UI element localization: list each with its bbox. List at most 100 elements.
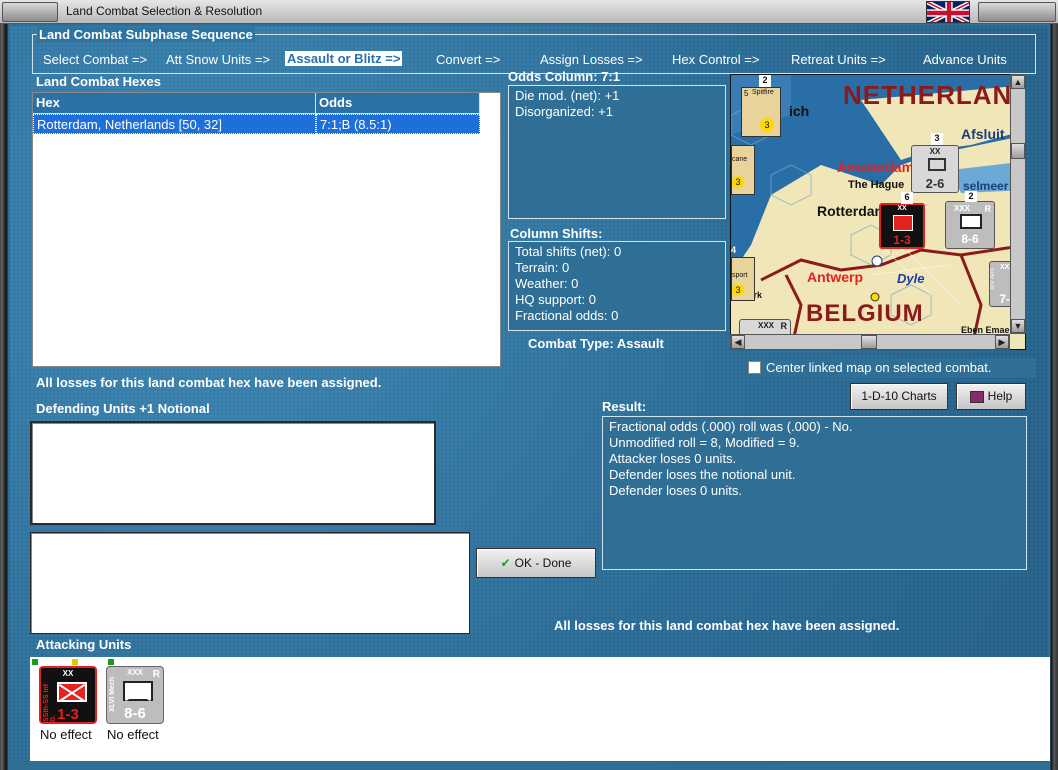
- step-assign-losses: Assign Losses =>: [540, 52, 643, 67]
- window-title: Land Combat Selection & Resolution: [66, 4, 263, 18]
- bottom-map-reserve: R: [780, 321, 788, 331]
- map-label-belgium: BELGIUM: [806, 300, 924, 327]
- transport-name: sport: [732, 272, 748, 279]
- disorganized-text: Disorganized: +1: [515, 104, 613, 119]
- step-retreat-units: Retreat Units =>: [791, 52, 886, 67]
- odds-title: Odds Column: 7:1: [508, 69, 620, 84]
- checkmark-icon: ✔: [500, 556, 511, 570]
- ok-done-button[interactable]: ✔ OK - Done: [476, 548, 596, 578]
- window-menu-button[interactable]: [2, 2, 58, 22]
- defending-units-list[interactable]: [30, 421, 436, 525]
- step-att-snow-units: Att Snow Units =>: [166, 52, 271, 67]
- map-label-the-hague: The Hague: [848, 179, 905, 191]
- dutch-unit-symbol: [928, 158, 946, 171]
- result-line-attacker: Attacker loses 0 units.: [609, 451, 737, 466]
- hurricane-value: 3: [732, 176, 744, 188]
- hexes-table: Hex Odds Rotterdam, Netherlands [50, 32]…: [32, 92, 501, 367]
- unit-2-reserve-marker: R: [152, 669, 160, 680]
- scroll-up-arrow-icon[interactable]: ▲: [1011, 75, 1025, 89]
- losses-message-bottom: All losses for this land combat hex have…: [554, 618, 900, 633]
- ss-map-strength: 1-3: [893, 233, 911, 247]
- scroll-h-thumb[interactable]: [861, 335, 877, 349]
- unit-2-effect: No effect: [107, 727, 159, 742]
- attacking-unit-ss-division[interactable]: XX SSth-SS Inf D. 1-3: [39, 666, 97, 724]
- bottom-map-size: XXX: [758, 321, 775, 330]
- help-book-icon: [969, 390, 984, 403]
- dialog-content: Land Combat Subphase Sequence Select Com…: [10, 26, 1050, 762]
- column-header-odds[interactable]: Odds: [316, 93, 480, 114]
- table-row-odds[interactable]: 7:1;B (8.5:1): [316, 114, 480, 134]
- charts-button[interactable]: 1-D-10 Charts: [850, 383, 948, 410]
- spitfire-stack-count: 2: [759, 75, 771, 87]
- unit-1-size: XX: [62, 669, 74, 678]
- map-unit-ss-division[interactable]: XX 1-3: [879, 203, 925, 249]
- shifts-title: Column Shifts:: [510, 226, 603, 241]
- map-label-amsterdam: Amsterdam: [837, 159, 915, 175]
- attacking-title: Attacking Units: [36, 637, 132, 652]
- die-mod-text: Die mod. (net): +1: [515, 88, 620, 103]
- mech-map-size: XXX: [954, 204, 971, 213]
- map-unit-dutch-corps[interactable]: XX 2-6: [911, 145, 959, 193]
- help-button[interactable]: Help: [956, 383, 1026, 410]
- linked-map[interactable]: NETHERLAN BELGIUM Amsterdam The Hague Ro…: [730, 74, 1026, 350]
- map-label-rotterdam: Rotterdam: [817, 203, 888, 219]
- result-line-notional: Defender loses the notional unit.: [609, 467, 796, 482]
- window-close-button[interactable]: [978, 2, 1056, 22]
- hurricane-name: cane: [732, 156, 748, 163]
- mech-map-symbol: [960, 214, 982, 229]
- map-label-antwerp: Antwerp: [807, 269, 863, 285]
- dutch-stack-count: 3: [931, 133, 943, 145]
- transport-value: 3: [732, 284, 744, 296]
- unit-1-effect: No effect: [40, 727, 92, 742]
- subphase-title: Land Combat Subphase Sequence: [37, 27, 255, 42]
- center-map-label: Center linked map on selected combat.: [766, 360, 992, 375]
- unit-1-supply-pip: [72, 659, 78, 665]
- step-hex-control: Hex Control =>: [672, 52, 760, 67]
- ok-done-label: OK - Done: [514, 556, 572, 570]
- map-label-afsluit: Afsluit: [961, 126, 1005, 142]
- ss-stack-count: 6: [901, 192, 913, 204]
- result-title: Result:: [602, 399, 647, 414]
- map-unit-mech-corps[interactable]: XXX R 8-6: [945, 201, 995, 249]
- map-unit-hurricane[interactable]: cane 3: [731, 145, 755, 195]
- unit-1-status-pip: [32, 659, 38, 665]
- mech-map-reserve: R: [984, 204, 992, 214]
- map-unit-transport[interactable]: sport 3: [731, 257, 755, 301]
- dutch-size: XX: [929, 147, 941, 156]
- spitfire-value: 3: [760, 118, 774, 132]
- center-map-option[interactable]: Center linked map on selected combat.: [746, 358, 1036, 378]
- unit-1-strength: 1-3: [57, 706, 79, 723]
- spitfire-name: Spitfire: [752, 89, 774, 96]
- table-row-hex[interactable]: Rotterdam, Netherlands [50, 32]: [33, 114, 316, 134]
- attacking-unit-mech-corps[interactable]: XXX R XLVI Mech 8-6: [106, 666, 164, 724]
- losses-message-top: All losses for this land combat hex have…: [36, 375, 382, 390]
- result-panel: Fractional odds (.000) roll was (.000) -…: [602, 416, 1027, 570]
- column-header-hex[interactable]: Hex: [33, 93, 316, 114]
- transport-stack-count: 4: [731, 245, 737, 255]
- uk-flag-icon: [926, 1, 970, 23]
- scroll-v-thumb[interactable]: [1011, 143, 1025, 159]
- center-map-checkbox[interactable]: [748, 361, 761, 374]
- map-horizontal-scrollbar[interactable]: ◀ ▶: [730, 334, 1010, 350]
- mech-map-strength: 8-6: [961, 232, 979, 246]
- map-vertical-scrollbar[interactable]: ▲ ▼: [1010, 74, 1026, 334]
- scroll-down-arrow-icon[interactable]: ▼: [1011, 319, 1025, 333]
- map-unit-spitfire[interactable]: 5 Spitfire 3: [741, 87, 781, 137]
- terrain-text: Terrain: 0: [515, 260, 570, 275]
- dutch-strength: 2-6: [925, 176, 945, 191]
- xiv-map-side: XIV Arm: [990, 268, 996, 291]
- odds-panel: Die mod. (net): +1 Disorganized: +1: [508, 85, 726, 219]
- mech-stack-count: 2: [965, 191, 977, 202]
- step-advance-units: Advance Units: [923, 52, 1007, 67]
- scroll-left-arrow-icon[interactable]: ◀: [731, 335, 745, 349]
- hq-support-text: HQ support: 0: [515, 292, 596, 307]
- result-line-roll: Unmodified roll = 8, Modified = 9.: [609, 435, 800, 450]
- hexes-title: Land Combat Hexes: [36, 74, 161, 89]
- combat-type: Combat Type: Assault: [528, 336, 664, 351]
- scroll-right-arrow-icon[interactable]: ▶: [995, 335, 1009, 349]
- map-label-ich: ich: [789, 103, 810, 119]
- map-label-netherlands: NETHERLAN: [843, 80, 1013, 110]
- fractional-odds-text: Fractional odds: 0: [515, 308, 619, 323]
- step-convert: Convert =>: [436, 52, 501, 67]
- unit-details-box: [30, 532, 470, 634]
